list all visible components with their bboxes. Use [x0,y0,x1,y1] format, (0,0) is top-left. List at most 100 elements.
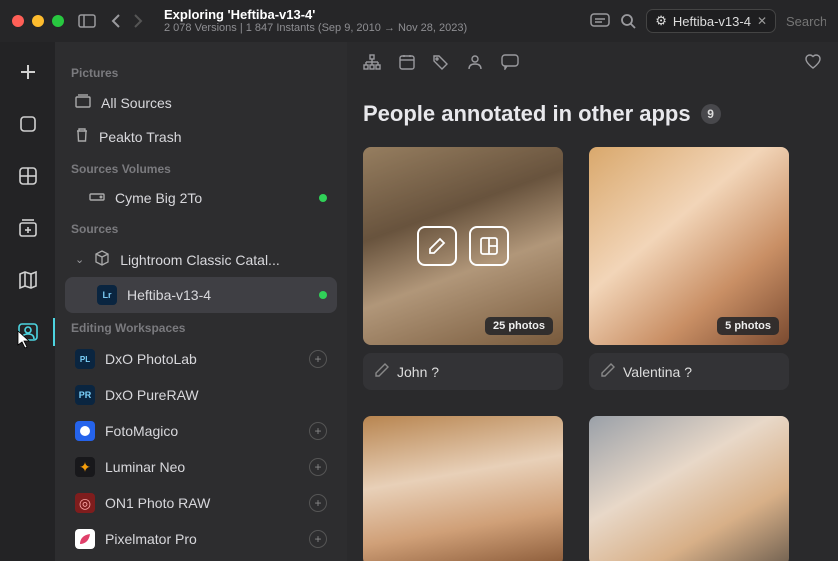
person-thumbnail[interactable]: 25 photos [363,147,563,345]
dxo-pureraw-icon: PR [75,385,95,405]
item-label: Cyme Big 2To [115,190,202,206]
chat-bubble-icon[interactable] [501,54,519,75]
rail-square-icon[interactable] [14,110,42,138]
search-icon[interactable] [620,13,636,29]
person-thumbnail[interactable]: 5 photos [589,147,789,345]
search-input[interactable] [786,14,826,29]
nav-forward-button[interactable] [132,13,144,29]
sidebar-toggle-icon[interactable] [78,14,96,28]
tag-icon[interactable] [433,54,449,75]
person-name: John ? [397,364,439,380]
sidebar-item-catalog[interactable]: ⌄ Lightroom Classic Catal... [65,242,337,277]
chevron-down-icon[interactable]: ⌄ [75,253,84,266]
item-label: Heftiba-v13-4 [127,287,211,303]
sidebar-item-dxo-photolab[interactable]: PL DxO PhotoLab + [65,341,337,377]
window-minimize-button[interactable] [32,15,44,27]
page-heading: People annotated in other apps [363,101,691,127]
sidebar-item-all-sources[interactable]: All Sources [65,86,337,119]
sidebar-item-volume[interactable]: Cyme Big 2To [65,182,337,214]
content-area: People annotated in other apps 9 25 [347,42,838,561]
content-toolbar [347,42,838,87]
person-card[interactable]: 25 photos John ? [363,147,563,390]
section-editing-workspaces: Editing Workspaces [65,313,337,341]
nav-back-button[interactable] [110,13,122,29]
grid-overlay-button[interactable] [469,226,509,266]
title-group: Exploring 'Heftiba-v13-4' 2 078 Versions… [164,7,576,36]
window-title: Exploring 'Heftiba-v13-4' [164,7,576,23]
item-label: Luminar Neo [105,459,185,475]
sidebar: Pictures All Sources Peakto Trash Source… [55,42,347,561]
calendar-icon[interactable] [399,54,415,75]
person-caption[interactable]: John ? [363,353,563,390]
window-close-button[interactable] [12,15,24,27]
sidebar-item-catalog-child[interactable]: Lr Heftiba-v13-4 [65,277,337,313]
sidebar-item-on1-photo-raw[interactable]: ◎ ON1 Photo RAW + [65,485,337,521]
titlebar: Exploring 'Heftiba-v13-4' 2 078 Versions… [0,0,838,42]
pencil-icon [601,363,615,380]
person-thumbnail[interactable] [363,416,563,561]
search-pill-text: Heftiba-v13-4 [673,14,751,29]
rail-people-icon[interactable] [14,318,42,346]
trash-icon [75,127,89,146]
pixelmator-icon [75,529,95,549]
section-sources: Sources [65,214,337,242]
person-icon[interactable] [467,54,483,75]
item-label: ON1 Photo RAW [105,495,210,511]
item-label: DxO PhotoLab [105,351,197,367]
person-card[interactable] [363,416,563,561]
pill-gear-icon: ⚙ [655,13,667,29]
person-name: Valentina ? [623,364,692,380]
sidebar-item-fotomagico[interactable]: FotoMagico + [65,413,337,449]
add-button[interactable]: + [309,530,327,548]
edit-overlay-button[interactable] [417,226,457,266]
photo-count-badge: 5 photos [717,317,779,335]
person-card[interactable]: 5 photos Valentina ? [589,147,789,390]
clear-filter-icon[interactable]: ✕ [757,14,767,28]
sidebar-item-dxo-pureraw[interactable]: PR DxO PureRAW [65,377,337,413]
on1-icon: ◎ [75,493,95,513]
item-label: Lightroom Classic Catal... [120,252,280,268]
item-label: DxO PureRAW [105,387,199,403]
hierarchy-icon[interactable] [363,54,381,75]
heading-row: People annotated in other apps 9 [347,87,838,137]
fotomagico-icon [75,421,95,441]
item-label: FotoMagico [105,423,178,439]
chat-icon[interactable] [590,13,610,29]
heart-icon[interactable] [804,54,822,75]
sidebar-item-pixelmator-pro[interactable]: Pixelmator Pro + [65,521,337,557]
item-label: Peakto Trash [99,129,182,145]
pencil-icon [375,363,389,380]
add-button[interactable]: + [309,350,327,368]
cube-icon [94,250,110,269]
person-caption[interactable]: Valentina ? [589,353,789,390]
rail-add-button[interactable] [14,58,42,86]
rail-collection-icon[interactable] [14,214,42,242]
status-dot [319,194,327,202]
add-button[interactable]: + [309,422,327,440]
traffic-lights [12,15,64,27]
item-label: Pixelmator Pro [105,531,197,547]
section-pictures: Pictures [65,58,337,86]
search-filter-pill[interactable]: ⚙ Heftiba-v13-4 ✕ [646,9,776,33]
rail-map-icon[interactable] [14,266,42,294]
add-button[interactable]: + [309,494,327,512]
window-maximize-button[interactable] [52,15,64,27]
add-button[interactable]: + [309,458,327,476]
section-sources-volumes: Sources Volumes [65,154,337,182]
section-albums: Albums [65,557,337,561]
status-dot [319,291,327,299]
rail-grid-icon[interactable] [14,162,42,190]
sidebar-item-trash[interactable]: Peakto Trash [65,119,337,154]
lightroom-icon: Lr [97,285,117,305]
item-label: All Sources [101,95,172,111]
window-subtitle: 2 078 Versions | 1 847 Instants (Sep 9, … [164,22,576,35]
nav-arrows [110,13,144,29]
stack-icon [75,94,91,111]
disk-icon [89,190,105,206]
sidebar-item-luminar-neo[interactable]: ✦ Luminar Neo + [65,449,337,485]
photo-count-badge: 25 photos [485,317,553,335]
luminar-icon: ✦ [75,457,95,477]
person-card[interactable] [589,416,789,561]
person-thumbnail[interactable] [589,416,789,561]
left-rail [0,42,55,561]
